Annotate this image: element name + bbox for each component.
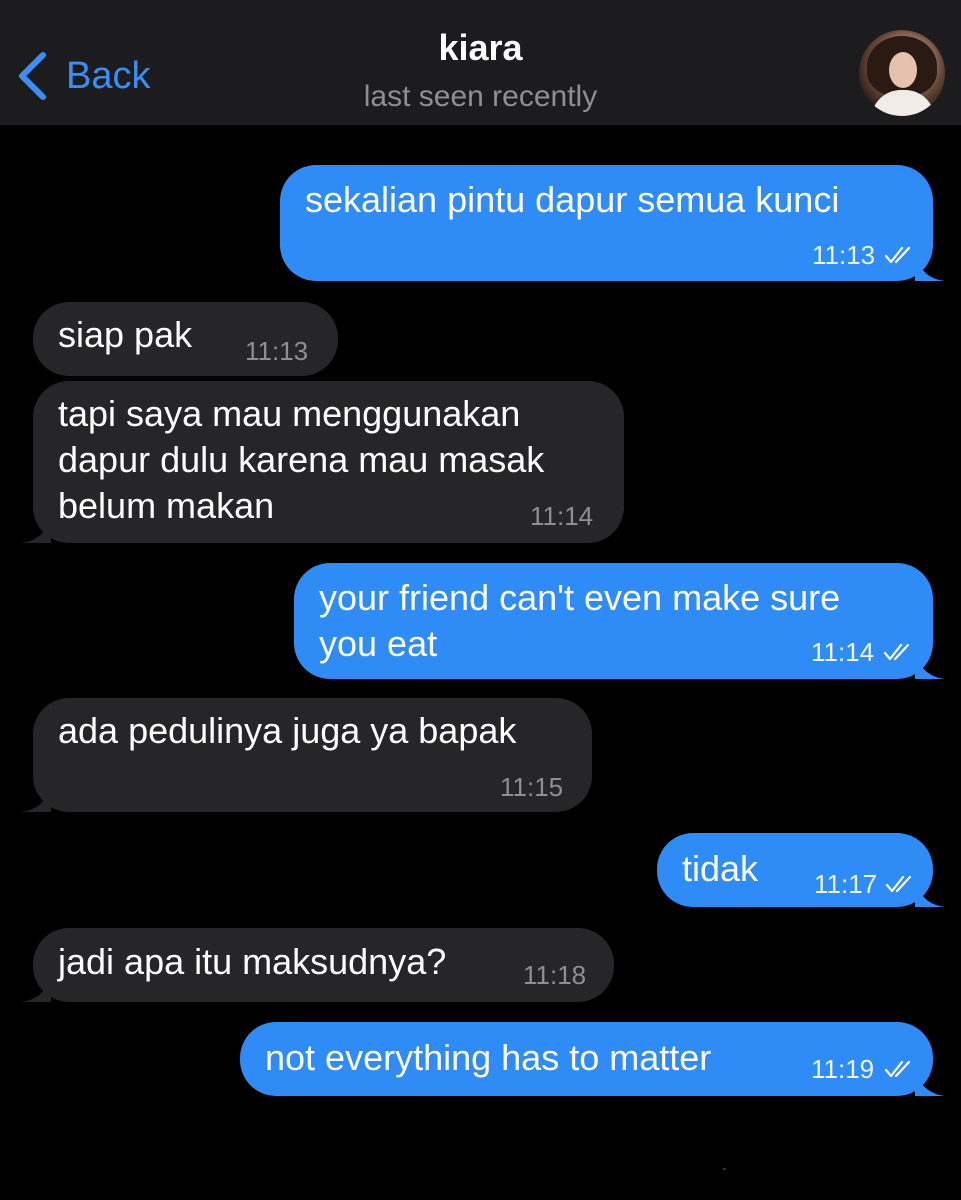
- message-incoming[interactable]: siap pak 11:13: [33, 302, 338, 376]
- message-incoming[interactable]: jadi apa itu maksudnya? 11:18: [21, 928, 614, 1002]
- message-incoming[interactable]: tapi saya mau menggunakan dapur dulu kar…: [21, 381, 624, 543]
- message-time: 11:18: [523, 960, 587, 990]
- contact-avatar[interactable]: [859, 30, 945, 116]
- message-time: 11:19: [811, 1054, 875, 1084]
- message-text: ada pedulinya juga ya bapak: [58, 710, 517, 751]
- double-check-icon: [884, 246, 911, 264]
- divider: [723, 1168, 726, 1170]
- message-time: 11:15: [500, 772, 564, 802]
- chat-header: Back kiara last seen recently: [0, 0, 961, 125]
- contact-status: last seen recently: [363, 80, 598, 113]
- double-check-icon: [884, 1060, 911, 1078]
- message-outgoing[interactable]: tidak 11:17: [657, 833, 945, 907]
- message-time: 11:14: [530, 501, 594, 531]
- message-text: not everything has to matter: [265, 1037, 712, 1078]
- message-outgoing[interactable]: your friend can't even make sure you eat…: [294, 563, 945, 679]
- double-check-icon: [883, 643, 910, 661]
- message-text: jadi apa itu maksudnya?: [58, 941, 447, 982]
- message-time: 11:14: [811, 637, 875, 667]
- message-time: 11:13: [812, 240, 876, 270]
- message-outgoing[interactable]: sekalian pintu dapur semua kunci 11:13: [280, 165, 945, 281]
- message-outgoing[interactable]: not everything has to matter 11:19: [240, 1022, 945, 1096]
- contact-name[interactable]: kiara: [0, 30, 961, 66]
- message-time: 11:17: [814, 869, 878, 899]
- message-text: sekalian pintu dapur semua kunci: [305, 179, 840, 220]
- double-check-icon: [885, 875, 912, 893]
- message-incoming[interactable]: ada pedulinya juga ya bapak 11:15: [21, 698, 592, 812]
- message-text: your friend can't even make sure you eat: [319, 577, 841, 664]
- message-text: tapi saya mau menggunakan dapur dulu kar…: [58, 393, 545, 526]
- message-text: tidak: [682, 848, 759, 889]
- message-time: 11:13: [245, 336, 309, 366]
- message-text: siap pak: [58, 314, 193, 355]
